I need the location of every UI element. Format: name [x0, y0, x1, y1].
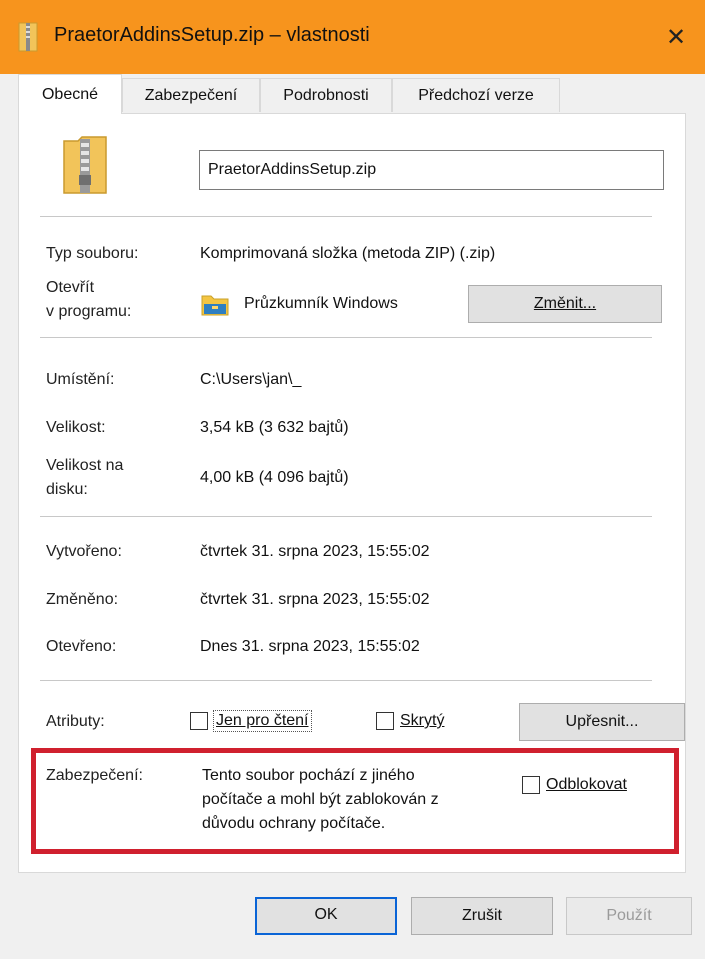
apply-button[interactable]: Použít: [566, 897, 692, 935]
close-icon: ✕: [665, 23, 687, 51]
location-label: Umístění:: [46, 371, 115, 388]
readonly-label[interactable]: Jen pro čtení: [213, 710, 312, 732]
separator-1: [40, 216, 652, 217]
security-label: Zabezpečení:: [46, 767, 143, 784]
created-label: Vytvořeno:: [46, 543, 122, 560]
size-value: 3,54 kB (3 632 bajtů): [200, 419, 349, 436]
hidden-checkbox[interactable]: [376, 712, 394, 730]
accessed-value: Dnes 31. srpna 2023, 15:55:02: [200, 638, 420, 655]
title-bar: PraetorAddinsSetup.zip – vlastnosti ✕: [0, 0, 705, 74]
size-label: Velikost:: [46, 419, 106, 436]
disk-size-label-1: Velikost na: [46, 457, 124, 474]
security-text-line-1: Tento soubor pochází z jiného: [202, 767, 415, 784]
open-with-value: Průzkumník Windows: [244, 295, 398, 312]
unblock-label[interactable]: Odblokovat: [546, 775, 627, 795]
tab-security[interactable]: Zabezpečení: [122, 78, 260, 112]
accessed-label: Otevřeno:: [46, 638, 117, 655]
location-value: C:\Users\jan\_: [200, 371, 302, 388]
security-text-line-3: důvodu ochrany počítače.: [202, 815, 386, 832]
advanced-button-label: Upřesnit...: [565, 713, 639, 730]
open-with-label-1: Otevřít: [46, 279, 95, 296]
zip-folder-large-icon: [63, 136, 107, 194]
change-button-label: Změnit...: [533, 295, 597, 312]
created-value: čtvrtek 31. srpna 2023, 15:55:02: [200, 543, 430, 560]
tab-general[interactable]: Obecné: [18, 74, 122, 114]
modified-label: Změněno:: [46, 591, 119, 608]
disk-size-label-2: disku:: [46, 481, 88, 498]
file-explorer-icon: [201, 295, 229, 316]
security-text-line-2: počítače a mohl být zablokován z: [202, 791, 439, 808]
separator-4: [40, 680, 652, 681]
change-button[interactable]: Změnit...: [468, 285, 662, 323]
zip-folder-icon: [18, 22, 38, 52]
file-type-value: Komprimovaná složka (metoda ZIP) (.zip): [200, 245, 496, 262]
file-name-field[interactable]: PraetorAddinsSetup.zip: [199, 150, 664, 190]
modified-value: čtvrtek 31. srpna 2023, 15:55:02: [200, 591, 430, 608]
unblock-checkbox[interactable]: [522, 776, 540, 794]
ok-button[interactable]: OK: [255, 897, 397, 935]
attributes-label: Atributy:: [46, 713, 105, 730]
disk-size-value: 4,00 kB (4 096 bajtů): [200, 469, 349, 486]
hidden-label[interactable]: Skrytý: [400, 711, 444, 731]
readonly-checkbox[interactable]: [190, 712, 208, 730]
advanced-button[interactable]: Upřesnit...: [519, 703, 685, 741]
window-title: PraetorAddinsSetup.zip – vlastnosti: [54, 24, 370, 46]
separator-3: [40, 516, 652, 517]
open-with-label-2: v programu:: [46, 303, 132, 320]
tab-previous-versions[interactable]: Předchozí verze: [392, 78, 560, 112]
close-button[interactable]: ✕: [647, 12, 705, 62]
cancel-button[interactable]: Zrušit: [411, 897, 553, 935]
tab-details[interactable]: Podrobnosti: [260, 78, 392, 112]
separator-2: [40, 337, 652, 338]
file-type-label: Typ souboru:: [46, 245, 139, 262]
